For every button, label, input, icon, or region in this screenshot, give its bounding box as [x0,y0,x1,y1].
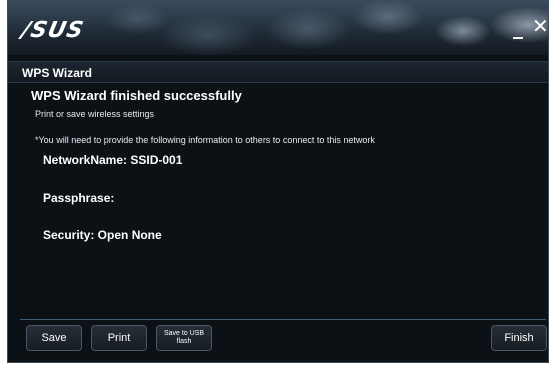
security-field: Security: Open None [43,228,162,242]
page-subtitle: Print or save wireless settings [35,109,155,119]
footer-divider [20,319,546,320]
info-note: *You will need to provide the following … [35,135,375,145]
close-icon[interactable]: ✕ [532,14,548,38]
section-title: WPS Wizard [22,66,92,80]
passphrase-field: Passphrase: [43,191,115,205]
section-header: WPS Wizard [8,61,548,83]
wps-wizard-window: /SUS _ ✕ WPS Wizard WPS Wizard finished … [7,0,549,363]
network-name-field: NetworkName: SSID-001 [43,153,183,167]
page-title: WPS Wizard finished successfully [31,88,242,103]
finish-button[interactable]: Finish [491,325,547,351]
asus-logo: /SUS [19,18,87,43]
title-bar: /SUS _ ✕ [8,1,548,55]
minimize-icon[interactable]: _ [513,15,523,39]
save-to-usb-button[interactable]: Save to USB flash [156,325,212,351]
print-button[interactable]: Print [91,325,147,351]
save-button[interactable]: Save [26,325,82,351]
